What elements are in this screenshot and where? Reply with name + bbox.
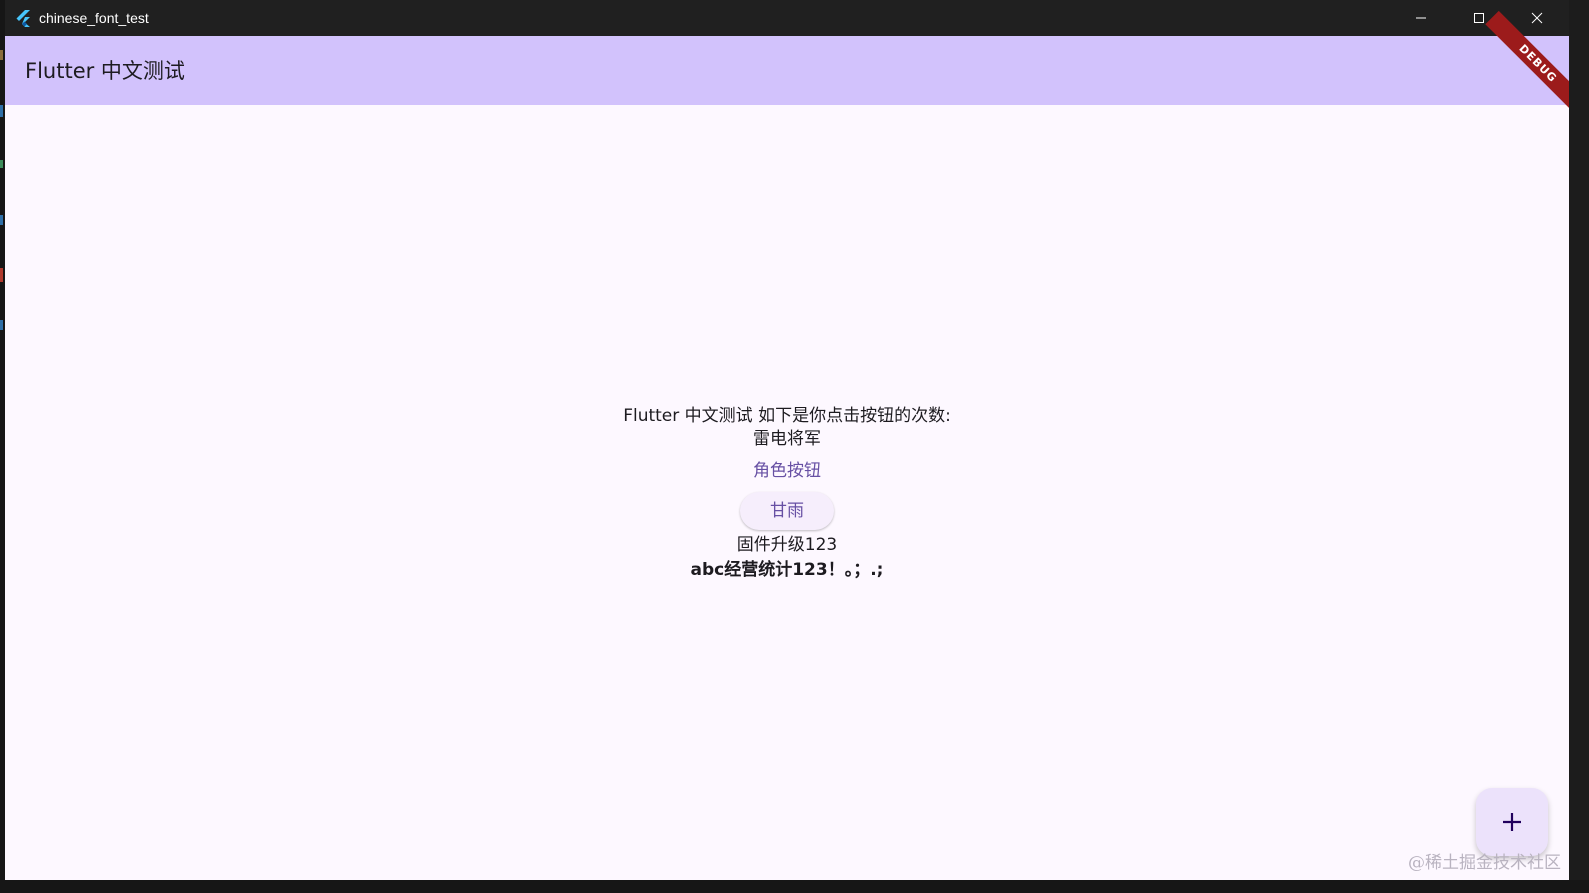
role-text-button[interactable]: 角色按钮 xyxy=(745,459,829,483)
minimize-button[interactable] xyxy=(1392,0,1450,36)
window-titlebar[interactable]: chinese_font_test xyxy=(5,0,1569,36)
business-stats-bold-text: abc经营统计123！。；.; xyxy=(690,560,884,580)
center-column: Flutter 中文测试 如下是你点击按钮的次数: 雷电将军 角色按钮 甘雨 固… xyxy=(5,405,1569,582)
firmware-upgrade-text: 固件升级123 xyxy=(736,535,838,555)
increment-fab-button[interactable] xyxy=(1476,788,1548,856)
counter-description-text: Flutter 中文测试 如下是你点击按钮的次数: xyxy=(623,406,951,426)
maximize-icon xyxy=(1474,13,1484,23)
watermark-text: @稀土掘金技术社区 xyxy=(1408,853,1561,873)
minimize-icon xyxy=(1416,17,1426,19)
app-bar: Flutter 中文测试 DEBUG xyxy=(5,10,1569,117)
plus-icon xyxy=(1503,813,1521,831)
app-window: chinese_font_test Flutter 中文测试 DEBUG Flu… xyxy=(5,0,1569,880)
close-icon xyxy=(1531,12,1543,24)
background-bottom-strip xyxy=(0,880,1589,893)
app-bar-title: Flutter 中文测试 xyxy=(25,59,185,83)
window-title: chinese_font_test xyxy=(39,10,149,26)
flutter-logo-icon xyxy=(16,10,30,27)
ganyu-elevated-button[interactable]: 甘雨 xyxy=(740,492,834,530)
character-name-text: 雷电将军 xyxy=(753,429,821,449)
main-content: Flutter 中文测试 如下是你点击按钮的次数: 雷电将军 角色按钮 甘雨 固… xyxy=(5,105,1569,880)
